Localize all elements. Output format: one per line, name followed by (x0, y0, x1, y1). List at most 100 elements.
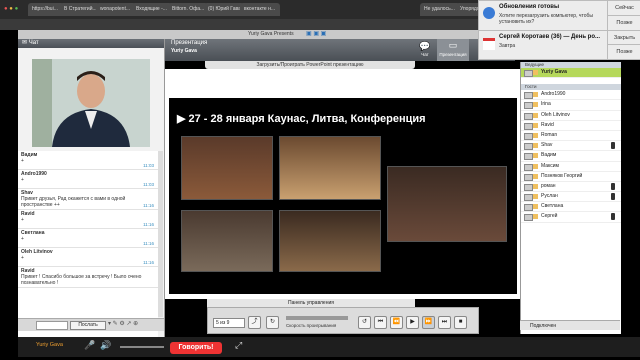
participant-name: Ravid (541, 121, 554, 128)
status-icon (533, 102, 538, 108)
participant-row[interactable]: Максим (521, 162, 621, 172)
browser-tab[interactable]: Не удалось... (420, 3, 460, 16)
flag-icon (524, 143, 533, 151)
speed-slider[interactable] (286, 316, 348, 320)
slide-photo (181, 136, 273, 200)
browser-tab[interactable]: (0) Юрий Гава (204, 3, 244, 16)
slide-counter-select[interactable]: 5 из 9 (213, 318, 245, 328)
participant-name: Максим (541, 162, 559, 169)
participant-row[interactable]: Ravid (521, 121, 621, 131)
message-text: Привет ! Спасибо большое за встречу ! Бы… (21, 274, 142, 286)
chat-message: Shav Привет друзья, Рад окажется с вами в… (18, 189, 158, 210)
chat-scrollbar[interactable] (158, 151, 163, 317)
chat-input[interactable] (36, 321, 68, 330)
status-icon (533, 163, 538, 169)
first-slide-icon[interactable]: ⏮ (374, 316, 387, 329)
status-icon (533, 112, 538, 118)
status-icon (533, 204, 538, 210)
tab-chat[interactable]: 💬 Чат (415, 40, 435, 60)
browser-tab[interactable]: wonapotent... (96, 3, 136, 16)
flag-icon (524, 112, 533, 120)
chat-message: Oleh Litvinov +11:16 (18, 248, 158, 267)
slide-photo (387, 166, 507, 242)
browser-tab[interactable]: Входящие -... (132, 3, 172, 16)
phone-icon (611, 193, 615, 201)
participant-name: Roman (541, 131, 558, 138)
reload-icon[interactable]: ↺ (358, 316, 371, 329)
presentation-title: Презентация (171, 40, 208, 46)
participant-row[interactable]: Oleh Litvinov (521, 111, 621, 121)
speech-bubble-icon: 💬 (419, 41, 431, 51)
refresh-icon[interactable]: ↻ (266, 316, 279, 329)
traffic-lights[interactable]: ● ● ● (4, 6, 18, 12)
bottom-toolbar: Yuriy Gava 🎤 🔊 ⤢ (18, 337, 640, 357)
flag-icon (524, 173, 533, 181)
participant-row[interactable]: Roman (521, 131, 621, 142)
app-title: Yuriy Gava Presents (248, 31, 294, 37)
notification-title: Обновления готовы (499, 4, 560, 10)
status-icon (533, 183, 538, 189)
participant-name: Yuriy Gava (541, 69, 567, 75)
connection-status[interactable]: Подключен (520, 320, 620, 330)
status-icon (533, 70, 538, 75)
next-slide-icon[interactable]: ⏩ (422, 316, 435, 329)
chat-message: Andro1990 +11:03 (18, 170, 158, 189)
participant-row[interactable]: роман (521, 182, 621, 193)
message-text: + (21, 158, 24, 164)
presentation-slide: ▶ 27 - 28 января Каунас, Литва, Конферен… (169, 98, 517, 294)
speed-label: Скорость проигрывания (286, 323, 337, 328)
notification-close-button[interactable]: Закрыть (607, 31, 640, 45)
message-time: 11:16 (143, 222, 154, 227)
flag-icon (524, 70, 533, 77)
participant-row[interactable]: Irina (521, 100, 621, 111)
browser-tab[interactable]: вконтакте н... (240, 3, 280, 16)
participant-name: Shav (541, 142, 553, 149)
message-time: 11:16 (143, 241, 154, 246)
microphone-icon[interactable]: 🎤 (84, 340, 95, 351)
participant-name: Руслан (541, 193, 558, 200)
participant-row[interactable]: Shav (521, 141, 621, 152)
participant-row[interactable]: Позняков Георгий (521, 172, 621, 182)
speak-button[interactable]: Говорить! (170, 342, 222, 354)
export-icon[interactable]: ⤴ (248, 316, 261, 329)
participant-row[interactable]: Светлана (521, 202, 621, 213)
upload-powerpoint-button[interactable]: Загрузить/Проиграть PowerPoint презентац… (205, 61, 415, 69)
participant-row[interactable]: Andro1990 (521, 90, 621, 101)
participant-name: роман (541, 182, 556, 189)
browser-tab[interactable]: https://bui... (28, 3, 64, 16)
volume-icon[interactable]: 🔊 (100, 340, 111, 351)
participant-row[interactable]: Yuriy Gava (521, 68, 621, 79)
chat-input-bar: Послать ▾ ✎ ⚙ ↗ ⊕ (18, 318, 164, 331)
window-buttons[interactable]: ▣ ▣ ▣ (306, 30, 326, 37)
send-button[interactable]: Послать (70, 321, 106, 330)
last-slide-icon[interactable]: ⏭ (438, 316, 451, 329)
participant-row[interactable]: Руслан (521, 192, 621, 203)
volume-slider[interactable] (120, 346, 164, 348)
browser-tab[interactable]: Bittorn. Офа... (168, 3, 208, 16)
tab-chat-label: Чат (421, 52, 429, 57)
fullscreen-icon[interactable]: ⤢ (235, 340, 242, 351)
flag-icon (524, 183, 533, 191)
flag-icon (524, 204, 533, 212)
notification-later-button[interactable]: Позже (607, 45, 640, 59)
app-store-icon (483, 7, 495, 19)
notification-later-button[interactable]: Позже (607, 16, 640, 31)
flag-icon (524, 132, 533, 140)
participant-name: Позняков Георгий (541, 172, 583, 179)
slide-photo (279, 210, 381, 272)
participant-row[interactable]: Вадим (521, 151, 621, 162)
tab-presentation[interactable]: ▭ Презентация (437, 39, 469, 61)
message-text: Привет друзья, Рад окажется с вами в одн… (21, 196, 126, 208)
chat-header: ✉ Чат (18, 39, 164, 48)
prev-slide-icon[interactable]: ⏪ (390, 316, 403, 329)
notification-now-button[interactable]: Сейчас (607, 1, 640, 16)
chat-icon: ✉ (22, 40, 28, 46)
chat-tool-icons[interactable]: ▾ ✎ ⚙ ↗ ⊕ (108, 320, 138, 327)
participant-row[interactable]: Сергей (521, 212, 621, 223)
play-icon[interactable]: ▶ (406, 316, 419, 329)
stop-icon[interactable]: ■ (454, 316, 467, 329)
browser-tab[interactable]: В Стратегий... (60, 3, 100, 16)
message-text: + (21, 217, 24, 223)
status-icon (533, 214, 538, 220)
screen-icon: ▭ (448, 40, 458, 50)
